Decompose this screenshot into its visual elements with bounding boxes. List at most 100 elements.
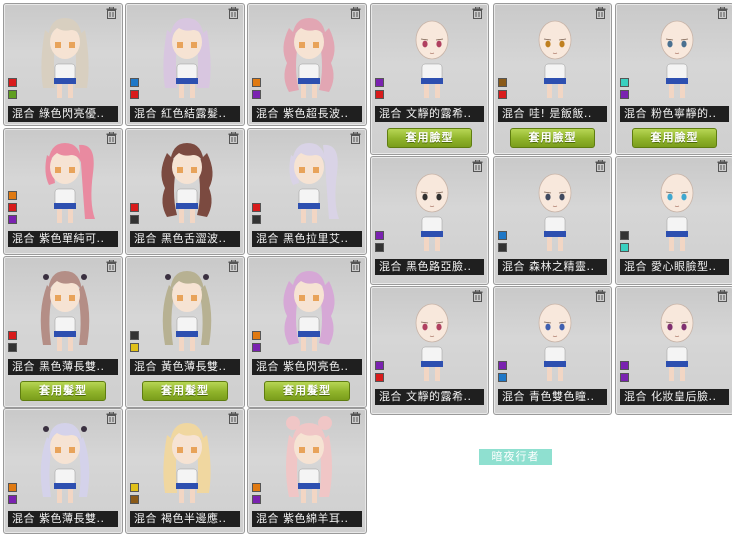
color-swatch [130, 495, 139, 504]
hair-card[interactable]: 混合 綠色閃亮優.. [3, 3, 123, 126]
trash-icon[interactable] [228, 132, 239, 144]
color-swatch [8, 343, 17, 352]
color-swatch [8, 331, 17, 340]
trash-icon[interactable] [472, 7, 483, 19]
face-card[interactable]: 混合 文靜的露希.. [370, 286, 489, 415]
face-card[interactable]: 混合 哇! 是飯飯.. 套用臉型 [493, 3, 612, 155]
hair-name-label: 混合 褐色半邊應.. [130, 511, 240, 527]
hair-card[interactable]: 混合 褐色半邊應.. [125, 408, 245, 534]
color-swatch [620, 243, 629, 252]
hair-name-label: 混合 黑色拉里艾.. [252, 231, 362, 247]
face-card[interactable]: 混合 化妝皇后臉.. [615, 286, 732, 415]
face-name-label: 混合 文靜的露希.. [375, 106, 484, 122]
color-swatch [8, 191, 17, 200]
color-swatches [252, 203, 261, 224]
trash-icon[interactable] [595, 7, 606, 19]
face-card[interactable]: 混合 粉色寧靜的.. 套用臉型 [615, 3, 732, 155]
color-swatch [8, 483, 17, 492]
trash-icon[interactable] [350, 260, 361, 272]
color-swatch [252, 495, 261, 504]
color-swatch [620, 361, 629, 370]
face-preview-avatar [645, 8, 709, 108]
color-swatches [620, 361, 629, 382]
color-swatch [620, 373, 629, 382]
color-swatches [252, 331, 261, 352]
color-swatch [130, 331, 139, 340]
job-badge: 暗夜行者 [479, 449, 552, 465]
color-swatch [375, 373, 384, 382]
hair-name-label: 混合 紫色超長波.. [252, 106, 362, 122]
face-preview-avatar [645, 161, 709, 261]
hair-card[interactable]: 混合 紫色薄長雙.. [3, 408, 123, 534]
trash-icon[interactable] [717, 290, 728, 302]
face-card[interactable]: 混合 愛心眼臉型.. [615, 156, 732, 285]
trash-icon[interactable] [595, 290, 606, 302]
face-card[interactable]: 混合 黑色路亞臉.. [370, 156, 489, 285]
face-preview-avatar [400, 161, 464, 261]
face-preview-avatar [400, 291, 464, 391]
hair-preview-avatar [277, 8, 341, 108]
color-swatch [498, 361, 507, 370]
color-swatch [498, 373, 507, 382]
hair-card[interactable]: 混合 紅色結露髮.. [125, 3, 245, 126]
face-card[interactable]: 混合 青色雙色瞳.. [493, 286, 612, 415]
face-name-label: 混合 黑色路亞臉.. [375, 259, 484, 275]
apply-face-button[interactable]: 套用臉型 [510, 128, 595, 148]
face-name-label: 混合 文靜的露希.. [375, 389, 484, 405]
color-swatch [620, 78, 629, 87]
face-card[interactable]: 混合 森林之精靈.. [493, 156, 612, 285]
hair-name-label: 混合 紫色綿羊耳.. [252, 511, 362, 527]
color-swatch [8, 78, 17, 87]
apply-hair-button[interactable]: 套用髮型 [264, 381, 350, 401]
hair-preview-avatar [33, 8, 97, 108]
hair-card[interactable]: 混合 黑色拉里艾.. [247, 128, 367, 255]
trash-icon[interactable] [228, 260, 239, 272]
trash-icon[interactable] [350, 132, 361, 144]
trash-icon[interactable] [472, 290, 483, 302]
color-swatch [130, 203, 139, 212]
hair-card[interactable]: 混合 黑色舌澀波.. [125, 128, 245, 255]
trash-icon[interactable] [717, 7, 728, 19]
trash-icon[interactable] [717, 160, 728, 172]
apply-face-button[interactable]: 套用臉型 [387, 128, 472, 148]
color-swatch [498, 78, 507, 87]
color-swatch [252, 90, 261, 99]
color-swatch [620, 231, 629, 240]
trash-icon[interactable] [106, 412, 117, 424]
trash-icon[interactable] [106, 132, 117, 144]
color-swatch [252, 343, 261, 352]
face-card[interactable]: 混合 文靜的露希.. 套用臉型 [370, 3, 489, 155]
apply-hair-button[interactable]: 套用髮型 [142, 381, 228, 401]
color-swatch [252, 215, 261, 224]
color-swatch [8, 90, 17, 99]
color-swatches [620, 231, 629, 252]
trash-icon[interactable] [106, 7, 117, 19]
color-swatch [498, 231, 507, 240]
color-swatch [130, 78, 139, 87]
hair-card[interactable]: 混合 黃色薄長雙.. 套用髮型 [125, 256, 245, 408]
color-swatches [8, 191, 17, 224]
trash-icon[interactable] [350, 412, 361, 424]
face-preview-avatar [645, 291, 709, 391]
color-swatches [252, 78, 261, 99]
hair-card[interactable]: 混合 紫色單純可.. [3, 128, 123, 255]
color-swatch [252, 203, 261, 212]
face-name-label: 混合 化妝皇后臉.. [620, 389, 729, 405]
hair-card[interactable]: 混合 紫色超長波.. [247, 3, 367, 126]
trash-icon[interactable] [106, 260, 117, 272]
hair-card[interactable]: 混合 紫色綿羊耳.. [247, 408, 367, 534]
color-swatches [8, 331, 17, 352]
trash-icon[interactable] [228, 7, 239, 19]
color-swatches [8, 78, 17, 99]
trash-icon[interactable] [228, 412, 239, 424]
trash-icon[interactable] [472, 160, 483, 172]
apply-hair-button[interactable]: 套用髮型 [20, 381, 106, 401]
trash-icon[interactable] [595, 160, 606, 172]
apply-face-button[interactable]: 套用臉型 [632, 128, 717, 148]
color-swatch [375, 78, 384, 87]
hair-card[interactable]: 混合 紫色閃亮色.. 套用髮型 [247, 256, 367, 408]
color-swatches [130, 203, 139, 224]
hair-card[interactable]: 混合 黑色薄長雙.. 套用髮型 [3, 256, 123, 408]
color-swatches [498, 78, 507, 99]
trash-icon[interactable] [350, 7, 361, 19]
